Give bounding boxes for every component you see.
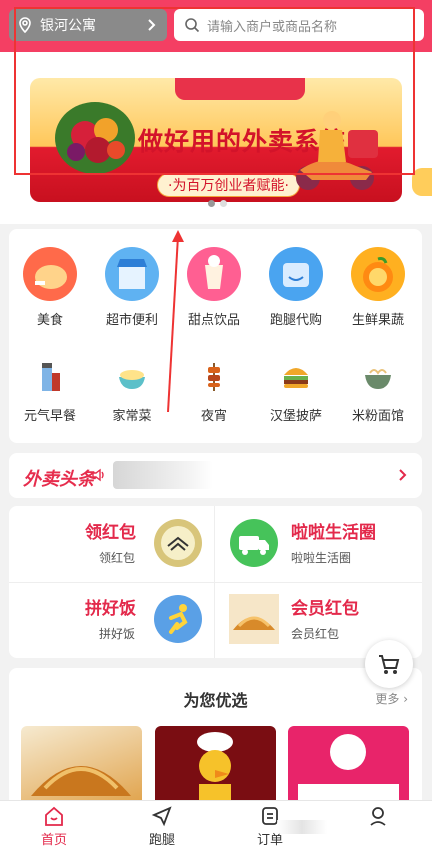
category-hanbao[interactable]: 汉堡披萨 xyxy=(255,361,337,424)
next-banner-peek xyxy=(412,168,432,196)
store-card[interactable] xyxy=(21,726,142,806)
nav-home[interactable]: 首页 xyxy=(0,801,108,850)
rice-bowl-icon xyxy=(116,361,148,393)
category-label: 元气早餐 xyxy=(23,409,76,424)
bubble-tea-icon xyxy=(187,247,241,301)
bottom-nav: 首页 跑腿 订单 xyxy=(0,800,432,850)
blurred-overlay xyxy=(277,820,327,834)
category-label: 美食 xyxy=(36,313,63,328)
promo-lala[interactable]: 啦啦生活圈 啦啦生活圈 xyxy=(215,506,421,582)
category-label: 汉堡披萨 xyxy=(269,409,322,424)
headline-ticker-blurred xyxy=(113,461,213,489)
headlines-logo: 外卖头条 xyxy=(23,469,95,490)
headlines-bar[interactable]: 外卖头条 xyxy=(9,453,422,498)
more-label: 更多 xyxy=(375,692,400,706)
section-title: 为您优选 xyxy=(183,691,248,710)
promo-lingbao[interactable]: 领红包 领红包 xyxy=(9,506,215,582)
category-label: 米粉面馆 xyxy=(351,409,404,424)
truck-icon xyxy=(230,519,278,567)
promo-title: 领红包 xyxy=(85,523,136,543)
chevron-right-icon xyxy=(399,469,407,481)
banner-dot[interactable] xyxy=(220,200,227,207)
category-shengxian[interactable]: 生鲜果蔬 xyxy=(337,247,419,328)
nav-errand[interactable]: 跑腿 xyxy=(108,801,216,850)
delivery-box-icon xyxy=(269,247,323,301)
user-icon xyxy=(370,807,386,826)
nav-label: 首页 xyxy=(40,833,67,848)
category-yexiao[interactable]: 夜宵 xyxy=(173,361,255,424)
category-label: 跑腿代购 xyxy=(269,313,322,328)
category-grid: 美食 超市便利 甜点饮品 跑腿代购 生鲜果蔬 元气早餐 家常菜 夜宵 汉堡披萨 … xyxy=(9,229,422,443)
duck-chef-image xyxy=(197,732,233,806)
nav-profile[interactable] xyxy=(324,801,432,850)
category-tiandian[interactable]: 甜点饮品 xyxy=(173,247,255,328)
promo-title: 啦啦生活圈 xyxy=(291,523,376,543)
drink-brand-image xyxy=(298,734,399,806)
banner-dot[interactable] xyxy=(208,200,215,207)
annotation-highlight-box xyxy=(14,7,415,175)
red-envelope-icon xyxy=(154,519,202,567)
milk-bottle-icon xyxy=(34,361,66,393)
store-icon xyxy=(105,247,159,301)
promo-subtitle: 领红包 xyxy=(99,551,136,565)
category-label: 甜点饮品 xyxy=(187,313,240,328)
burger-icon xyxy=(280,361,312,393)
nav-label: 跑腿 xyxy=(148,833,175,848)
skewer-icon xyxy=(198,361,230,393)
more-link[interactable]: 更多 › xyxy=(375,690,408,707)
banner-pagination xyxy=(208,200,227,207)
speaker-icon xyxy=(92,468,104,482)
promo-title: 会员红包 xyxy=(291,599,359,619)
category-label: 夜宵 xyxy=(200,409,227,424)
promo-title: 拼好饭 xyxy=(85,599,136,619)
category-paotui[interactable]: 跑腿代购 xyxy=(255,247,337,328)
category-label: 生鲜果蔬 xyxy=(351,313,404,328)
bread-image xyxy=(229,594,279,644)
promo-subtitle: 拼好饭 xyxy=(99,627,136,641)
category-chaoshi[interactable]: 超市便利 xyxy=(91,247,173,328)
cart-button[interactable] xyxy=(365,640,413,688)
store-card[interactable] xyxy=(155,726,276,806)
promo-pinhaofan[interactable]: 拼好饭 拼好饭 xyxy=(9,582,215,658)
category-mifen[interactable]: 米粉面馆 xyxy=(337,361,419,424)
runner-icon xyxy=(154,595,202,643)
category-label: 超市便利 xyxy=(105,313,158,328)
category-label: 家常菜 xyxy=(112,409,152,424)
category-zaocan[interactable]: 元气早餐 xyxy=(9,361,91,424)
category-meishi[interactable]: 美食 xyxy=(9,247,91,328)
bread-image xyxy=(31,766,131,796)
promo-subtitle: 啦啦生活圈 xyxy=(291,551,352,565)
recommended-section: 为您优选 更多 › xyxy=(9,668,422,818)
store-card[interactable] xyxy=(288,726,409,806)
home-icon xyxy=(45,806,63,826)
promo-grid: 领红包 领红包 啦啦生活圈 啦啦生活圈 拼好饭 拼好饭 会员红包 会员红包 xyxy=(9,506,422,658)
noodle-bowl-icon xyxy=(362,361,394,393)
category-jiachangcai[interactable]: 家常菜 xyxy=(91,361,173,424)
nav-label: 订单 xyxy=(256,833,283,848)
promo-subtitle: 会员红包 xyxy=(291,627,340,641)
banner-subtitle: ·为百万创业者赋能· xyxy=(157,173,300,197)
orange-icon xyxy=(351,247,405,301)
chicken-leg-icon xyxy=(23,247,77,301)
cart-icon xyxy=(379,655,400,674)
send-icon xyxy=(151,806,172,827)
